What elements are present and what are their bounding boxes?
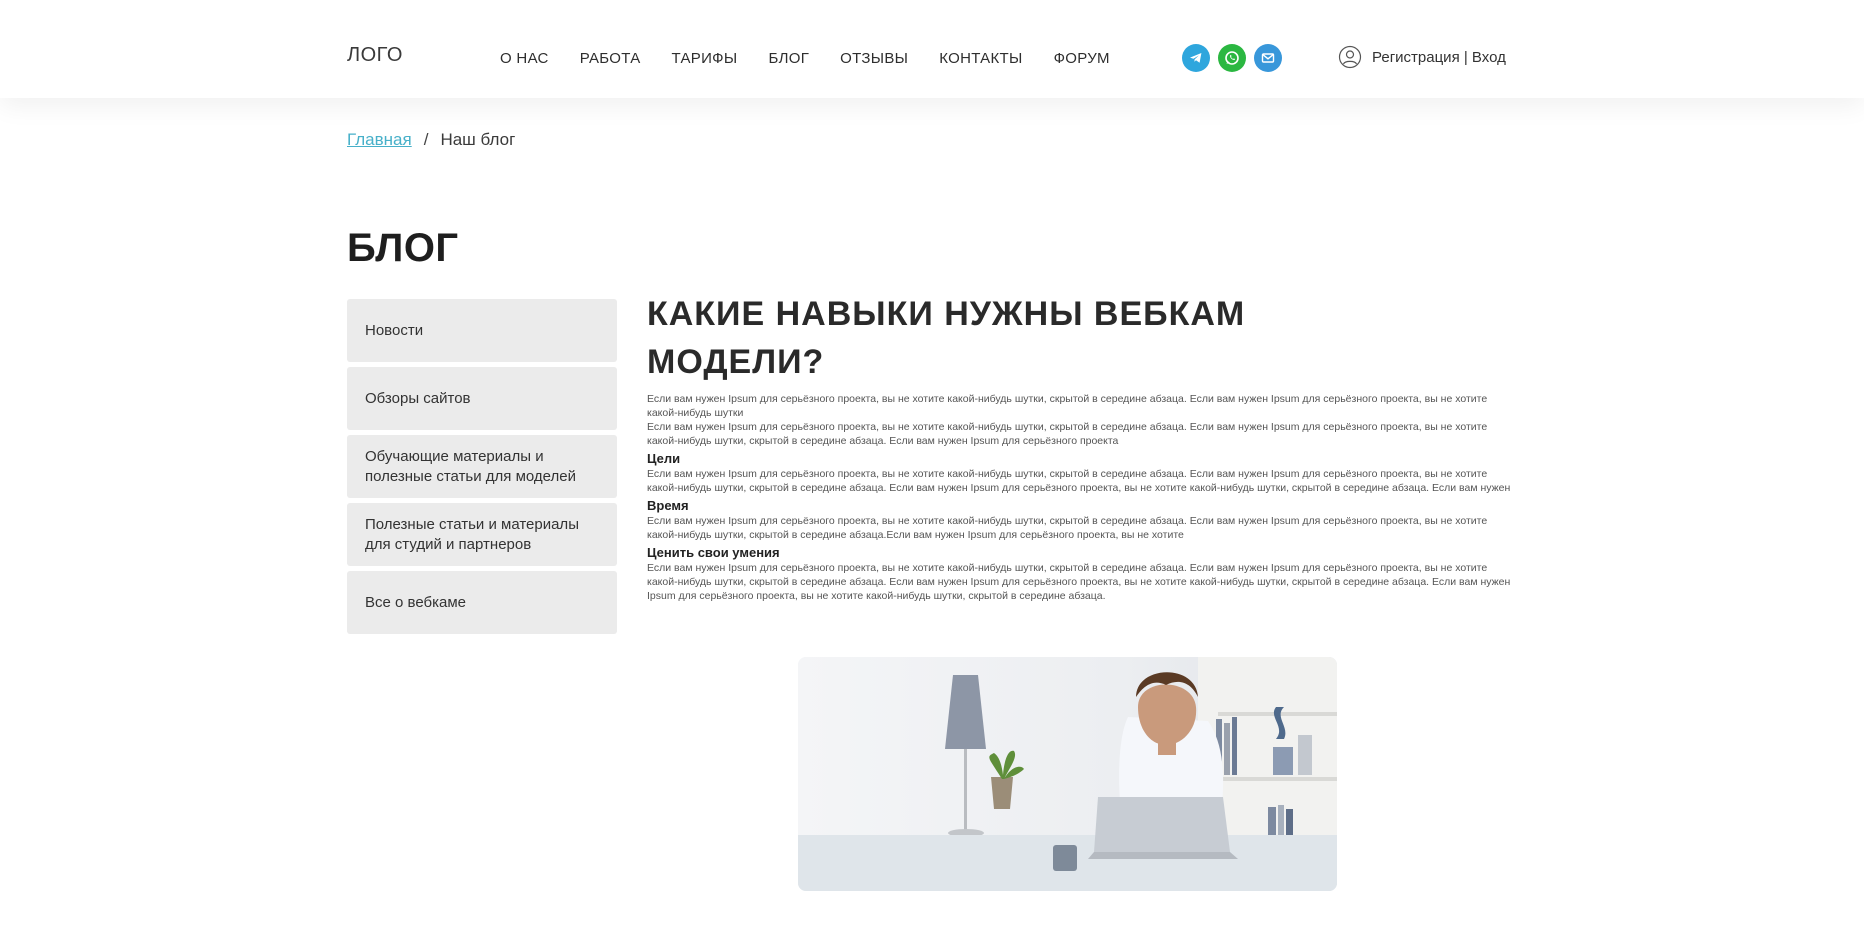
nav-reviews[interactable]: ОТЗЫВЫ — [840, 50, 908, 67]
article-paragraph: Если вам нужен Ipsum для серьёзного прое… — [647, 562, 1511, 602]
article-paragraph: Если вам нужен Ipsum для серьёзного прое… — [647, 393, 1488, 419]
logo[interactable]: ЛОГО — [347, 44, 403, 67]
account-area: Регистрация | Вход — [1338, 45, 1506, 69]
article-paragraph: Если вам нужен Ipsum для серьёзного прое… — [647, 515, 1488, 541]
nav-blog[interactable]: БЛОГ — [768, 50, 809, 67]
social-links — [1182, 44, 1290, 72]
sidebar-item-news[interactable]: Новости — [347, 299, 617, 362]
account-separator: | — [1459, 48, 1472, 66]
article-subheading-goals: Цели — [647, 451, 681, 466]
login-link[interactable]: Вход — [1472, 49, 1506, 66]
article-image — [798, 657, 1337, 891]
sidebar-item-studio-materials[interactable]: Полезные статьи и материалы для студий и… — [347, 503, 617, 566]
account-links: Регистрация | Вход — [1372, 49, 1506, 66]
nav-about[interactable]: О НАС — [500, 50, 549, 67]
main-nav: О НАС РАБОТА ТАРИФЫ БЛОГ ОТЗЫВЫ КОНТАКТЫ… — [500, 50, 1141, 67]
user-icon[interactable] — [1338, 45, 1362, 69]
article: КАКИЕ НАВЫКИ НУЖНЫ ВЕБКАМ МОДЕЛИ? Если в… — [647, 290, 1511, 603]
breadcrumb: Главная / Наш блог — [347, 130, 515, 150]
nav-work[interactable]: РАБОТА — [580, 50, 641, 67]
article-paragraph: Если вам нужен Ipsum для серьёзного прое… — [647, 421, 1488, 447]
telegram-icon[interactable] — [1182, 44, 1210, 72]
page-title: БЛОГ — [347, 226, 459, 270]
sidebar-item-site-reviews[interactable]: Обзоры сайтов — [347, 367, 617, 430]
article-title: КАКИЕ НАВЫКИ НУЖНЫ ВЕБКАМ МОДЕЛИ? — [647, 295, 1246, 381]
site-header: ЛОГО О НАС РАБОТА ТАРИФЫ БЛОГ ОТЗЫВЫ КОН… — [0, 0, 1864, 98]
register-link[interactable]: Регистрация — [1372, 49, 1460, 66]
nav-tariffs[interactable]: ТАРИФЫ — [672, 50, 738, 67]
article-subheading-time: Время — [647, 498, 689, 513]
nav-forum[interactable]: ФОРУМ — [1054, 50, 1110, 67]
breadcrumb-current: Наш блог — [440, 130, 516, 149]
whatsapp-icon[interactable] — [1218, 44, 1246, 72]
article-paragraph: Если вам нужен Ipsum для серьёзного прое… — [647, 468, 1511, 494]
mail-icon[interactable] — [1254, 44, 1282, 72]
nav-contacts[interactable]: КОНТАКТЫ — [939, 50, 1022, 67]
breadcrumb-home-link[interactable]: Главная — [347, 130, 412, 150]
sidebar-item-all-about-webcam[interactable]: Все о вебкаме — [347, 571, 617, 634]
article-subheading-value-skills: Ценить свои умения — [647, 545, 780, 560]
blog-categories: Новости Обзоры сайтов Обучающие материал… — [347, 299, 617, 639]
sidebar-item-model-materials[interactable]: Обучающие материалы и полезные статьи дл… — [347, 435, 617, 498]
breadcrumb-separator: / — [423, 130, 429, 149]
